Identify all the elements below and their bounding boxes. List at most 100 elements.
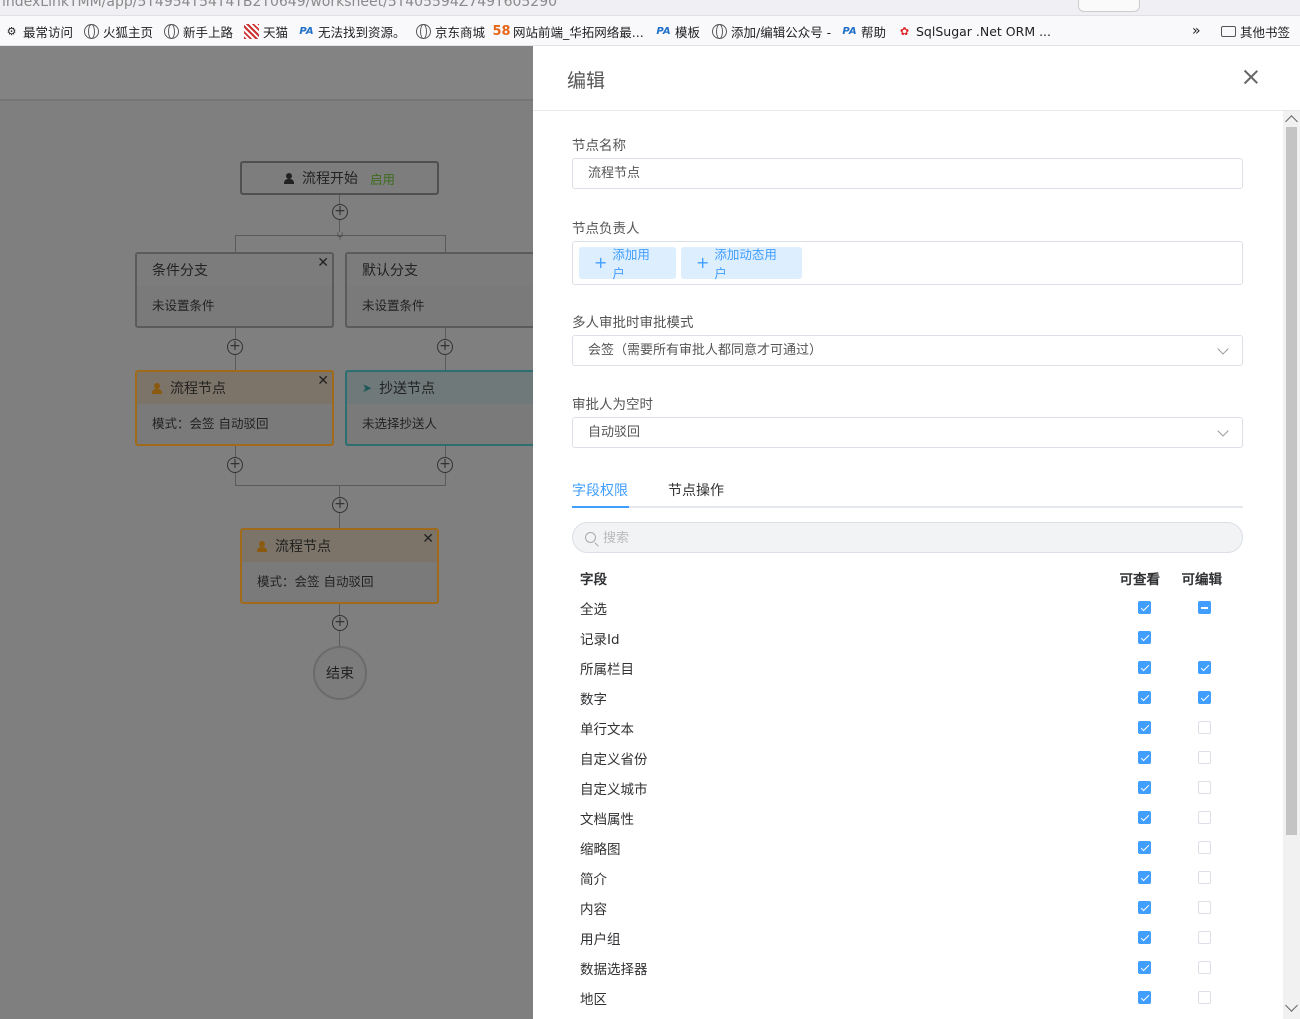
add-branch-icon[interactable]: ⑂ bbox=[332, 229, 348, 245]
view-checkbox[interactable] bbox=[1138, 991, 1151, 1004]
bookmark-item[interactable]: ✿ SqlSugar .Net ORM ... bbox=[897, 22, 1051, 40]
field-name: 文档属性 bbox=[580, 812, 634, 828]
flow-node-bottom[interactable]: 流程节点 模式：会签 自动驳回 ✕ bbox=[240, 528, 439, 604]
close-icon[interactable] bbox=[1242, 68, 1260, 86]
plus-icon: + bbox=[594, 253, 608, 272]
plus-icon: + bbox=[696, 253, 710, 272]
field-name: 数字 bbox=[580, 692, 607, 708]
empty-approver-select[interactable]: 自动驳回 bbox=[572, 417, 1243, 448]
globe-icon bbox=[164, 23, 179, 39]
edit-checkbox[interactable] bbox=[1198, 871, 1211, 884]
search-input[interactable] bbox=[603, 527, 1203, 549]
edit-checkbox[interactable] bbox=[1198, 991, 1211, 1004]
scroll-up-icon[interactable] bbox=[1285, 115, 1298, 128]
bookmark-item[interactable]: 京东商城 bbox=[416, 22, 485, 40]
bookmark-item[interactable]: 火狐主页 bbox=[84, 22, 153, 40]
connector bbox=[445, 235, 446, 252]
bookmark-item[interactable]: ⚙ 最常访问 bbox=[4, 22, 73, 40]
folder-icon bbox=[1221, 25, 1236, 37]
field-name: 全选 bbox=[580, 602, 607, 618]
globe-icon bbox=[416, 23, 431, 39]
bookmark-item[interactable]: 58 网站前端_华拓网络最... bbox=[492, 22, 643, 40]
globe-icon bbox=[84, 23, 99, 39]
bookmark-item[interactable]: 添加/编辑公众号 - bbox=[712, 22, 831, 40]
default-branch-node[interactable]: 默认分支 未设置条件 bbox=[345, 252, 533, 328]
field-name: 自定义城市 bbox=[580, 782, 648, 798]
tab-field-permissions[interactable]: 字段权限 bbox=[572, 480, 628, 500]
add-node-icon[interactable]: + bbox=[332, 497, 348, 513]
bookmark-item[interactable]: PA 帮助 bbox=[842, 22, 886, 40]
bookmark-item[interactable]: 其他书签 bbox=[1221, 22, 1290, 40]
table-row: 地区 bbox=[580, 988, 1240, 1018]
table-row: 缩略图 bbox=[580, 838, 1240, 868]
tab-node-actions[interactable]: 节点操作 bbox=[668, 480, 724, 500]
view-checkbox[interactable] bbox=[1138, 901, 1151, 914]
condition-branch-node[interactable]: 条件分支 未设置条件 ✕ bbox=[135, 252, 334, 328]
view-checkbox[interactable] bbox=[1138, 721, 1151, 734]
table-row: 自定义省份 bbox=[580, 748, 1240, 778]
add-node-icon[interactable]: + bbox=[437, 339, 453, 355]
edit-checkbox[interactable] bbox=[1198, 661, 1211, 674]
search-box bbox=[572, 522, 1243, 553]
add-node-icon[interactable]: + bbox=[437, 457, 453, 473]
view-checkbox[interactable] bbox=[1138, 601, 1151, 614]
view-checkbox[interactable] bbox=[1138, 781, 1151, 794]
scrollbar-thumb[interactable] bbox=[1286, 127, 1297, 835]
url-bar-text[interactable]: indexLinkTMM/app/5T4954T54T4TB2T0649/wor… bbox=[2, 0, 557, 10]
node-name-input[interactable]: 流程节点 bbox=[572, 158, 1243, 189]
copy-node[interactable]: ➤ 抄送节点 未选择抄送人 bbox=[345, 370, 533, 446]
view-checkbox[interactable] bbox=[1138, 931, 1151, 944]
add-dynamic-user-button[interactable]: + 添加动态用户 bbox=[681, 247, 802, 281]
edit-checkbox[interactable] bbox=[1198, 901, 1211, 914]
add-node-icon[interactable]: + bbox=[332, 615, 348, 631]
edit-checkbox[interactable] bbox=[1198, 751, 1211, 764]
edit-checkbox[interactable] bbox=[1198, 691, 1211, 704]
edit-checkbox[interactable] bbox=[1198, 841, 1211, 854]
close-icon[interactable]: ✕ bbox=[317, 255, 329, 271]
status-badge: 启用 bbox=[369, 171, 395, 187]
bookmarks-overflow-icon[interactable]: » bbox=[1192, 22, 1201, 40]
view-checkbox[interactable] bbox=[1138, 631, 1151, 644]
edit-checkbox[interactable] bbox=[1198, 961, 1211, 974]
view-checkbox[interactable] bbox=[1138, 961, 1151, 974]
close-icon[interactable]: ✕ bbox=[422, 531, 434, 547]
bookmark-item[interactable]: 天猫 bbox=[244, 22, 288, 40]
login-button[interactable] bbox=[1078, 0, 1140, 12]
table-row: 全选 bbox=[580, 598, 1240, 628]
view-checkbox[interactable] bbox=[1138, 841, 1151, 854]
bookmark-item[interactable]: PA 无法找到资源。 bbox=[299, 22, 405, 40]
drawer-title: 编辑 bbox=[567, 70, 606, 92]
modal-overlay[interactable]: 流程开始 启用 + ⑂ 条件分支 未设置条件 ✕ 默认分支 未设置条件 + + … bbox=[0, 46, 533, 1019]
table-row: 单行文本 bbox=[580, 718, 1240, 748]
drawer-tabs: 字段权限 节点操作 bbox=[572, 478, 1243, 508]
view-checkbox[interactable] bbox=[1138, 871, 1151, 884]
view-checkbox[interactable] bbox=[1138, 691, 1151, 704]
field-name: 自定义省份 bbox=[580, 752, 648, 768]
add-node-icon[interactable]: + bbox=[332, 204, 348, 220]
sqlsugar-icon: ✿ bbox=[899, 24, 910, 38]
view-checkbox[interactable] bbox=[1138, 811, 1151, 824]
bookmark-item[interactable]: 新手上路 bbox=[164, 22, 233, 40]
add-node-icon[interactable]: + bbox=[227, 457, 243, 473]
edit-checkbox[interactable] bbox=[1198, 931, 1211, 944]
approver-icon bbox=[257, 540, 267, 552]
pa-icon: PA bbox=[656, 25, 671, 37]
close-icon[interactable]: ✕ bbox=[317, 373, 329, 389]
field-name: 地区 bbox=[580, 992, 607, 1008]
scrollbar[interactable] bbox=[1283, 111, 1300, 1019]
edit-checkbox[interactable] bbox=[1198, 811, 1211, 824]
view-checkbox[interactable] bbox=[1138, 751, 1151, 764]
edit-checkbox[interactable] bbox=[1198, 781, 1211, 794]
edit-checkbox[interactable] bbox=[1198, 601, 1211, 614]
edit-checkbox[interactable] bbox=[1198, 721, 1211, 734]
table-row: 数据选择器 bbox=[580, 958, 1240, 988]
view-checkbox[interactable] bbox=[1138, 661, 1151, 674]
field-name: 内容 bbox=[580, 902, 607, 918]
add-user-button[interactable]: + 添加用户 bbox=[579, 247, 676, 281]
approval-mode-select[interactable]: 会签（需要所有审批人都同意才可通过） bbox=[572, 335, 1243, 366]
flow-start-node[interactable]: 流程开始 启用 bbox=[240, 161, 439, 195]
bookmark-item[interactable]: PA 模板 bbox=[656, 22, 700, 40]
flow-node-left[interactable]: 流程节点 模式：会签 自动驳回 ✕ bbox=[135, 370, 334, 446]
scroll-down-icon[interactable] bbox=[1285, 999, 1298, 1012]
add-node-icon[interactable]: + bbox=[227, 339, 243, 355]
